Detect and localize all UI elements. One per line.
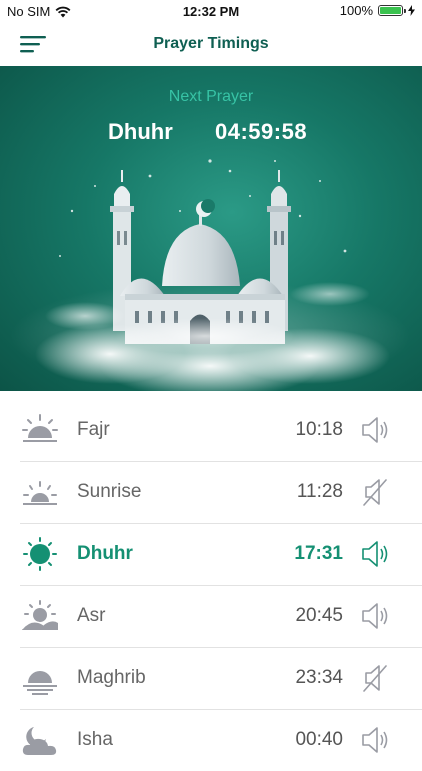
prayer-name: Fajr <box>77 419 110 440</box>
speaker-on-icon[interactable] <box>360 725 392 755</box>
speaker-on-icon[interactable] <box>360 539 392 569</box>
sun-over-dunes-icon <box>21 600 58 630</box>
sunset-icon <box>23 671 57 695</box>
mosque-illustration <box>10 159 410 391</box>
prayer-time: 17:31 <box>294 543 343 564</box>
moon-cloud-icon <box>22 727 57 755</box>
sun-horizon-icon <box>22 414 58 442</box>
nav-bar: Prayer Timings <box>0 24 422 66</box>
prayer-time: 00:40 <box>295 729 343 750</box>
prayer-row-fajr[interactable]: Fajr 10:18 <box>20 400 422 462</box>
prayer-name: Maghrib <box>77 667 146 688</box>
speaker-on-icon[interactable] <box>360 415 392 445</box>
prayer-list: Fajr 10:18 Sunrise 11:28 Dhuhr 17:31 Asr… <box>0 400 422 771</box>
sun-icon <box>23 537 57 571</box>
next-prayer-label: Next Prayer <box>168 88 254 105</box>
next-prayer-name: Dhuhr <box>108 119 173 144</box>
prayer-row-asr[interactable]: Asr 20:45 <box>20 586 422 648</box>
prayer-row-dhuhr[interactable]: Dhuhr 17:31 <box>20 524 422 586</box>
prayer-name: Sunrise <box>77 481 142 502</box>
status-bar: No SIM 12:32 PM 100% <box>0 0 422 24</box>
speaker-muted-icon[interactable] <box>360 477 392 507</box>
sunrise-icon <box>23 481 57 505</box>
status-right: 100% <box>340 3 415 18</box>
prayer-row-isha[interactable]: Isha 00:40 <box>20 710 422 771</box>
prayer-name: Isha <box>77 729 113 750</box>
battery-percent: 100% <box>339 3 373 18</box>
prayer-time: 23:34 <box>295 667 343 688</box>
prayer-row-maghrib[interactable]: Maghrib 23:34 <box>20 648 422 710</box>
prayer-time: 11:28 <box>296 481 343 502</box>
speaker-muted-icon[interactable] <box>360 663 392 693</box>
battery-icon <box>378 5 406 16</box>
prayer-time: 10:18 <box>295 419 343 440</box>
next-prayer-banner: Next Prayer Dhuhr 04:59:58 <box>0 66 422 391</box>
next-prayer-countdown: 04:59:58 <box>215 119 308 144</box>
prayer-name: Asr <box>77 605 106 626</box>
prayer-time: 20:45 <box>295 605 343 626</box>
prayer-name: Dhuhr <box>77 543 133 564</box>
page-title: Prayer Timings <box>153 35 269 52</box>
speaker-on-icon[interactable] <box>360 601 392 631</box>
prayer-row-sunrise[interactable]: Sunrise 11:28 <box>20 462 422 524</box>
charging-bolt-icon <box>408 5 415 16</box>
